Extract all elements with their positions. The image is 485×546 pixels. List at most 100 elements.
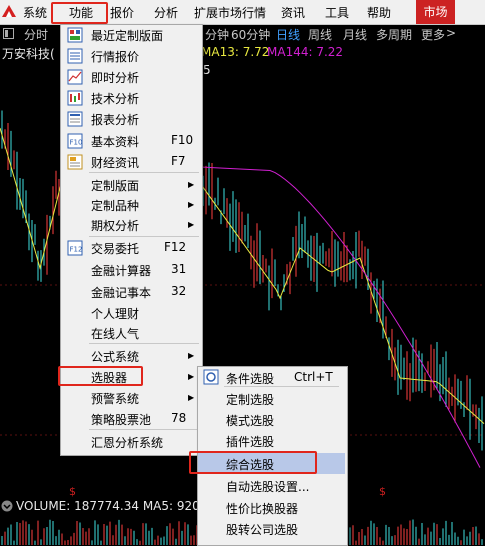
menu-item-shortcut: F12 [164, 240, 187, 254]
tab-more[interactable]: 更多 [421, 26, 445, 43]
menu-item-3[interactable]: 技术分析 [61, 88, 202, 108]
news-icon [67, 154, 83, 170]
tab-multi-period[interactable]: 多周期 [376, 26, 412, 43]
menu-item-label: 最近定制版面 [91, 29, 164, 43]
submenu-item-0[interactable]: 条件选股 Ctrl+T [198, 367, 345, 388]
submenu-item-shortcut: Ctrl+T [294, 370, 333, 384]
menu-item-18[interactable]: 策略股票池 78 [61, 409, 202, 429]
menu-item-5[interactable]: F10 基本资料 F10 [61, 131, 202, 151]
layout-icon [67, 27, 83, 43]
submenu-arrow-icon: ▶ [188, 372, 195, 381]
menu-item-1[interactable]: 行情报价 [61, 46, 202, 66]
tab-monthly[interactable]: 月线 [343, 26, 367, 43]
menu-help[interactable]: 帮助 [367, 4, 391, 21]
menu-item-label: 行情报价 [91, 50, 140, 64]
f10-icon: F10 [67, 133, 83, 149]
menu-function[interactable]: 功能 [69, 4, 93, 21]
submenu-arrow-icon: ▶ [188, 351, 195, 360]
submenu-item-label: 定制选股 [226, 393, 275, 407]
menu-item-19[interactable]: 汇恩分析系统 [61, 432, 202, 452]
tab-intraday[interactable]: 分时 [24, 26, 48, 43]
tab-daily[interactable]: 日线 [276, 26, 300, 43]
menu-item-label: 公式系统 [91, 350, 140, 364]
submenu-item-2[interactable]: 模式选股 [198, 409, 345, 430]
menu-item-4[interactable]: 报表分析 [61, 109, 202, 129]
menu-item-shortcut: 78 [171, 411, 187, 425]
ma144-value: MA144: 7.22 [267, 45, 344, 59]
tab-minute[interactable]: 分钟 [205, 26, 229, 43]
menu-item-9[interactable]: 期权分析 ▶ [61, 215, 202, 235]
menu-item-label: 汇恩分析系统 [91, 436, 164, 450]
condition-select-icon [203, 369, 219, 385]
submenu-item-label: 自动选股设置... [226, 480, 310, 494]
menu-item-13[interactable]: 个人理财 [61, 303, 202, 323]
menu-item-0[interactable]: 最近定制版面 [61, 25, 202, 45]
menu-item-label: 在线人气 [91, 327, 140, 341]
menu-item-17[interactable]: 预警系统 ▶ [61, 388, 202, 408]
menu-news[interactable]: 资讯 [281, 4, 305, 21]
submenu-arrow-icon: ▶ [188, 180, 195, 189]
menu-item-label: 技术分析 [91, 92, 140, 106]
tab-weekly[interactable]: 周线 [308, 26, 332, 43]
submenu-arrow-icon: ▶ [188, 200, 195, 209]
svg-text:F10: F10 [70, 139, 83, 147]
quote-list-icon [67, 48, 83, 64]
menu-item-14[interactable]: 在线人气 [61, 323, 202, 343]
menu-item-10[interactable]: F12 交易委托 F12 [61, 238, 202, 258]
submenu-item-label: 股转公司选股 [226, 523, 299, 537]
submenu-item-7[interactable]: 股转公司选股 [198, 518, 345, 539]
ma13-value: MA13: 7.72 [201, 45, 270, 59]
menu-item-shortcut: F10 [171, 133, 194, 147]
menu-separator [89, 236, 199, 237]
menu-analysis[interactable]: 分析 [154, 4, 178, 21]
submenu-item-1[interactable]: 定制选股 [198, 388, 345, 409]
submenu-item-label: 模式选股 [226, 414, 275, 428]
menu-item-15[interactable]: 公式系统 ▶ [61, 346, 202, 366]
submenu-item-6[interactable]: 性价比换股器 [198, 497, 345, 518]
menu-item-label: 金融计算器 [91, 264, 152, 278]
menu-item-label: 财经资讯 [91, 156, 140, 170]
submenu-item-3[interactable]: 插件选股 [198, 430, 345, 451]
menu-item-shortcut: 32 [171, 284, 187, 298]
menu-separator [224, 386, 339, 387]
line-chart-icon [67, 69, 83, 85]
menu-item-8[interactable]: 定制品种 ▶ [61, 195, 202, 215]
submenu-arrow-icon: ▶ [188, 393, 195, 402]
menu-separator [89, 172, 199, 173]
menu-system[interactable]: 系统 [23, 4, 47, 21]
menu-item-11[interactable]: 金融计算器 31 [61, 260, 202, 280]
menu-item-16[interactable]: 选股器 ▶ [61, 367, 202, 387]
menu-item-label: 个人理财 [91, 307, 140, 321]
menu-item-label: 策略股票池 [91, 413, 152, 427]
menu-item-label: 选股器 [91, 371, 128, 385]
submenu-item-4[interactable]: 综合选股 [198, 453, 345, 474]
stock-name: 万安科技( [2, 47, 55, 61]
panel-toggle-icon[interactable] [3, 28, 14, 39]
market-button[interactable]: 市场 [416, 0, 455, 24]
menu-item-label: 预警系统 [91, 392, 140, 406]
menu-separator [89, 343, 199, 344]
collapse-circle-icon[interactable] [1, 500, 13, 512]
menu-tools[interactable]: 工具 [325, 4, 349, 21]
tab-more-arrow-icon: > [446, 26, 457, 40]
menu-bar: 系统 功能 报价 分析 扩展市场行情 资讯 工具 帮助 市场 [0, 0, 485, 25]
menu-item-label: 定制版面 [91, 179, 140, 193]
menu-item-7[interactable]: 定制版面 ▶ [61, 175, 202, 195]
candlestick-icon [67, 90, 83, 106]
menu-item-label: 基本资料 [91, 135, 140, 149]
menu-item-12[interactable]: 金融记事本 32 [61, 282, 202, 302]
menu-quote[interactable]: 报价 [110, 4, 134, 21]
submenu-item-label: 综合选股 [226, 458, 275, 472]
menu-item-label: 金融记事本 [91, 286, 152, 300]
menu-item-6[interactable]: 财经资讯 F7 [61, 152, 202, 172]
submenu-item-5[interactable]: 自动选股设置... [198, 475, 345, 496]
menu-item-2[interactable]: 即时分析 [61, 67, 202, 87]
menu-extended-market[interactable]: 扩展市场行情 [194, 4, 266, 21]
menu-item-shortcut: F7 [171, 154, 186, 168]
f12-icon: F12 [67, 240, 83, 256]
volume-value: VOLUME: 187774.34 MA5: 92057 [16, 499, 216, 513]
tab-60min[interactable]: 60分钟 [231, 26, 270, 43]
menu-separator [89, 429, 199, 430]
stock-selector-submenu: 条件选股 Ctrl+T 定制选股模式选股插件选股综合选股自动选股设置... 性价比换股… [197, 366, 348, 546]
submenu-item-label: 条件选股 [226, 372, 275, 386]
